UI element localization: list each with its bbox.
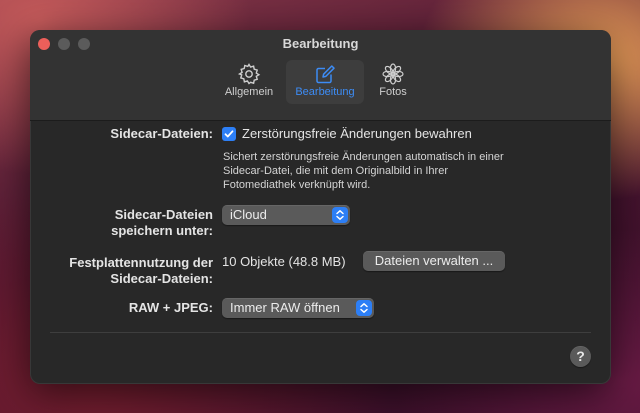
divider xyxy=(50,332,591,333)
updown-chevron-icon xyxy=(356,300,372,316)
preferences-window: Bearbeitung Allgemein Bearbeitung Fotos … xyxy=(30,30,611,384)
gear-icon xyxy=(216,62,282,86)
toolbar: Bearbeitung Allgemein Bearbeitung Fotos xyxy=(30,30,611,121)
tab-bearbeitung-label: Bearbeitung xyxy=(295,86,355,98)
nondestructive-checkbox[interactable] xyxy=(222,127,236,141)
save-location-label-line2: speichern unter: xyxy=(111,223,213,238)
tab-allgemein-label: Allgemein xyxy=(224,86,274,98)
window-title: Bearbeitung xyxy=(282,36,359,51)
disk-usage-value: 10 Objekte (48.8 MB) xyxy=(222,254,346,269)
disk-usage-label-line1: Festplattennutzung der xyxy=(69,255,213,270)
tab-fotos-label: Fotos xyxy=(379,86,407,98)
save-location-value: iCloud xyxy=(230,207,267,222)
updown-chevron-icon xyxy=(332,207,348,223)
raw-jpeg-value: Immer RAW öffnen xyxy=(230,300,340,315)
sidecar-description: Sichert zerstörungsfreie Änderungen auto… xyxy=(223,151,504,191)
raw-jpeg-popup[interactable]: Immer RAW öffnen xyxy=(222,298,374,318)
manage-files-button[interactable]: Dateien verwalten ... xyxy=(363,251,505,271)
disk-usage-label: Festplattennutzung der Sidecar-Dateien: xyxy=(69,255,213,287)
save-location-popup[interactable]: iCloud xyxy=(222,205,350,225)
disk-usage-label-line2: Sidecar-Dateien: xyxy=(110,271,213,286)
edit-icon xyxy=(286,62,364,86)
tab-allgemein[interactable]: Allgemein xyxy=(216,60,282,104)
raw-jpeg-label: RAW + JPEG: xyxy=(128,300,213,315)
nondestructive-checkbox-label[interactable]: Zerstörungsfreie Änderungen bewahren xyxy=(242,126,472,141)
sidecar-label: Sidecar-Dateien: xyxy=(110,126,213,141)
tab-fotos[interactable]: Fotos xyxy=(368,60,418,104)
tab-bar: Allgemein Bearbeitung Fotos xyxy=(30,60,611,104)
save-location-label: Sidecar-Dateien speichern unter: xyxy=(111,207,213,239)
checkmark-icon xyxy=(224,130,234,138)
photos-icon xyxy=(368,62,418,86)
tab-bearbeitung[interactable]: Bearbeitung xyxy=(286,60,364,104)
save-location-label-line1: Sidecar-Dateien xyxy=(114,207,213,222)
help-button[interactable]: ? xyxy=(570,346,591,367)
